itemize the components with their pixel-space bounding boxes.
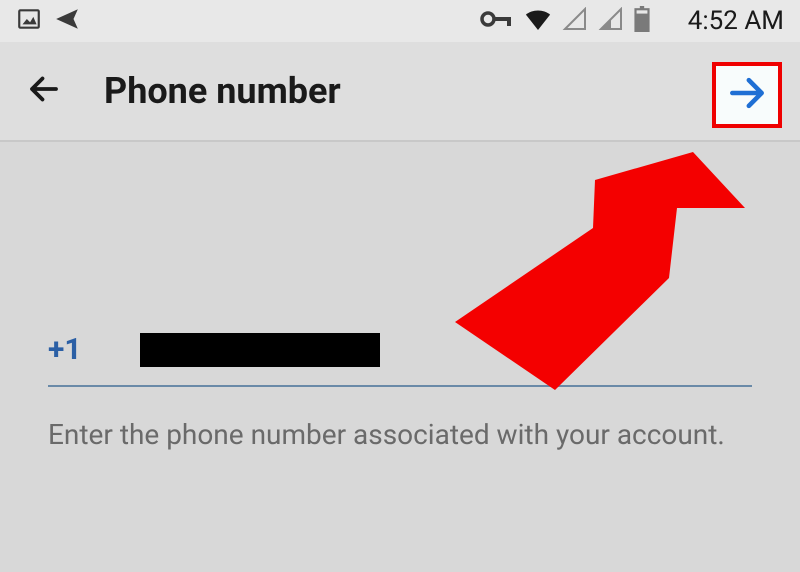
status-bar: 4:52 AM	[0, 0, 800, 42]
back-arrow-icon	[26, 71, 62, 111]
vpn-key-icon	[480, 9, 514, 33]
status-right-icons: 4:52 AM	[480, 6, 784, 36]
content-area: +1 Enter the phone number associated wit…	[0, 142, 800, 454]
wifi-icon	[524, 8, 552, 34]
phone-number-redacted	[140, 333, 380, 367]
battery-icon	[634, 6, 650, 36]
page-title: Phone number	[104, 70, 341, 112]
forward-arrow-icon	[725, 71, 769, 119]
app-bar: Phone number	[0, 42, 800, 142]
back-button[interactable]	[24, 71, 64, 111]
send-icon	[54, 6, 80, 36]
status-clock: 4:52 AM	[688, 6, 784, 36]
phone-input-row[interactable]: +1	[48, 142, 752, 387]
status-left-icons	[16, 6, 80, 36]
cellular-signal-empty-icon	[562, 7, 588, 35]
cellular-signal-partial-icon	[598, 7, 624, 35]
next-button[interactable]	[712, 62, 782, 128]
picture-icon	[16, 6, 42, 36]
country-code[interactable]: +1	[48, 332, 82, 367]
helper-text: Enter the phone number associated with y…	[48, 415, 752, 454]
